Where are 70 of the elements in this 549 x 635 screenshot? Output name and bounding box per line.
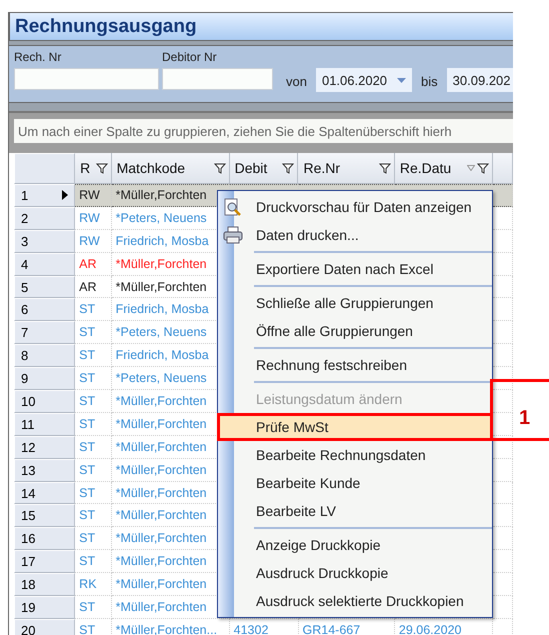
group-panel-hint: Um nach einer Spalte zu gruppieren, ziehen Sie die Spaltenüberschift hierh <box>14 119 513 143</box>
cell-text: *Peters, Neuens <box>116 210 207 225</box>
row-number: 20 <box>21 622 36 635</box>
cell-text: ST <box>79 531 96 546</box>
row-number: 5 <box>21 280 28 294</box>
row-number: 2 <box>21 210 28 226</box>
cell-text: ST <box>79 600 96 614</box>
window-title: Rechnungsausgang <box>15 16 197 38</box>
row-number: 6 <box>21 302 28 318</box>
cell-text: *Müller,Forchten <box>116 486 207 500</box>
cell-text: *Müller,Forchten <box>116 256 207 271</box>
cell-text: *Peters, Neuens <box>116 325 207 340</box>
cell-text: RW <box>79 210 100 225</box>
cell-text: ST <box>79 348 96 362</box>
cell-text: *Müller,Forchten <box>116 394 207 408</box>
row-number: 13 <box>21 462 36 478</box>
row-number: 14 <box>21 486 36 501</box>
row-number: 19 <box>21 600 36 615</box>
cell-text: Friedrich, Mosba <box>116 234 209 248</box>
cell-text: RK <box>79 577 97 592</box>
cell-text: Friedrich, Mosba <box>116 348 209 362</box>
cell-text: ST <box>79 622 96 635</box>
cell-text: *Müller,Forchten <box>116 531 207 546</box>
cell-text: AR <box>79 256 97 271</box>
row-number: 1 <box>21 188 28 203</box>
row-number: 17 <box>21 554 36 570</box>
cell-text: *Müller,Forchten <box>116 188 207 202</box>
field-label: Debitor Nr <box>162 50 218 64</box>
cell-text: ST <box>79 416 96 431</box>
cell-text: RW <box>79 188 100 202</box>
cell-text: *Müller,Forchten <box>116 508 207 522</box>
cell-text: ST <box>79 554 96 568</box>
cell-text: ST <box>79 325 96 340</box>
row-number: 7 <box>21 325 28 340</box>
row-number: 3 <box>21 234 28 249</box>
cell-text: GR14-667 <box>302 622 360 635</box>
cell-text: AR <box>79 280 97 294</box>
row-number: 9 <box>21 371 28 386</box>
cell-text: ST <box>79 302 96 316</box>
row-number: 8 <box>21 348 28 364</box>
cell-text: ST <box>79 508 96 522</box>
cell-text: Friedrich, Mosba <box>116 302 209 316</box>
cell-text: *Müller,Forchten <box>116 600 207 614</box>
row-number: 16 <box>21 531 36 546</box>
cell-text: ST <box>79 440 96 454</box>
cell-text: *Müller,Forchten <box>116 440 207 454</box>
cell-text: *Müller,Forchten <box>116 577 207 592</box>
row-number: 15 <box>21 508 36 524</box>
field-label: Rech. Nr <box>14 50 62 64</box>
cell-text: 29.06.2020 <box>398 622 462 635</box>
cell-text: *Müller,Forchten <box>116 554 207 568</box>
cell-text: *Müller,Forchten... <box>116 622 218 635</box>
cell-text: ST <box>79 394 96 408</box>
cell-text: ST <box>79 486 96 500</box>
cell-text: ST <box>79 462 96 477</box>
row-number: 4 <box>21 256 28 272</box>
cell-text: ST <box>79 371 96 386</box>
row-number: 10 <box>21 394 36 409</box>
cell-text: *Müller,Forchten <box>116 462 207 477</box>
cell-text: *Müller,Forchten <box>116 280 207 294</box>
field-label: von <box>286 74 307 89</box>
cell-text: RW <box>79 234 100 248</box>
callout-label: 1 <box>490 379 549 441</box>
field-label: bis <box>421 74 438 89</box>
row-number: 12 <box>21 440 36 455</box>
row-number: 18 <box>21 577 36 592</box>
row-number: 11 <box>21 416 34 432</box>
cell-text: *Peters, Neuens <box>116 371 207 386</box>
cell-text: *Müller,Forchten <box>116 416 207 431</box>
cell-text: 41302 <box>234 622 268 635</box>
